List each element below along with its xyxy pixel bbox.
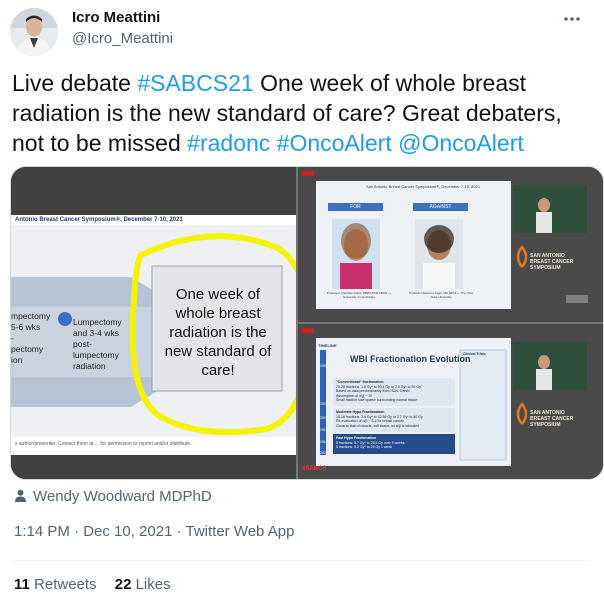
tagged-people[interactable]: Wendy Woodward MDPhD	[14, 488, 212, 505]
label-for: FOR	[350, 204, 361, 210]
slide-arrow-line: pectomy	[11, 344, 44, 354]
tweet-text: Live debate #SABCS21 One week of whole b…	[12, 68, 592, 158]
year-label: 1990	[320, 364, 328, 368]
retweets-count: 11	[14, 576, 30, 593]
divider	[12, 560, 590, 561]
slide-arrow-line: ion	[11, 355, 23, 365]
slide-box-text: One week of whole breast radiation is th…	[164, 286, 272, 379]
retweets-label: Retweets	[34, 576, 97, 593]
person1-caption: Professor Charlotte Coles, MBBS PhD FRCR…	[326, 291, 392, 299]
brand-logo-text: SAN ANTONIO BREAST CANCER SYMPOSIUM	[530, 410, 574, 428]
retweets-stat[interactable]: 11 Retweets	[14, 576, 97, 593]
bullet: 5 fractions: 5.2 Gy* to 26 Gy 1 week	[336, 445, 393, 449]
section-moderate: Moderate Hypo Fractionation 15-16 fracti…	[336, 410, 454, 428]
likes-count: 22	[114, 576, 132, 593]
year-label: 2010	[320, 428, 328, 432]
likes-label: Likes	[135, 576, 171, 593]
section-fast: Fast Hypo Fractionation 5 fractions: 5.7…	[336, 436, 454, 450]
bullet: Close to that of muscle, soft tissue, so…	[336, 423, 420, 428]
person2-caption: Professor Reshma Jagsi, MD DPhil — The O…	[409, 291, 473, 299]
tagged-person-name[interactable]: Wendy Woodward MDPhD	[33, 488, 212, 505]
tweet-text-part: Live debate	[12, 70, 138, 96]
slide-arrow-text-left: mpectomy 5-6 wks - pectomy ion	[11, 311, 50, 366]
brand-logo-text: SAN ANTONIO BREAST CANCER SYMPOSIUM	[530, 253, 574, 271]
hashtag-sabcs21[interactable]: #SABCS21	[137, 70, 253, 96]
year-label: 2006	[320, 416, 328, 420]
timeline-label: TIMELINE	[318, 343, 337, 348]
slide-arrow-text: Lumpectomy and 3-4 wks post-lumpectomy r…	[73, 317, 122, 371]
slide-arrow-line: 5-6 wks	[11, 322, 41, 332]
tweet-timestamp[interactable]: 1:14 PM · Dec 10, 2021 · Twitter Web App	[14, 523, 294, 540]
slide-title: WBI Fractionation Evolution	[350, 354, 471, 364]
slide-header: San Antonio Breast Cancer Symposium®, De…	[365, 184, 481, 189]
media-grid: Antonio Breast Cancer Symposium®, Decemb…	[10, 166, 604, 480]
section-conventional: "Conventional" fractionation 25-28 fract…	[336, 380, 454, 403]
media-image-debaters[interactable]: San Antonio Breast Cancer Symposium®, De…	[298, 167, 603, 322]
author-handle[interactable]: @Icro_Meattini	[72, 30, 173, 47]
year-label: 2000	[320, 402, 328, 406]
slide-footer: s author/presenter. Contact them at ... …	[15, 441, 192, 447]
media-image-slide-debate[interactable]: Antonio Breast Cancer Symposium®, Decemb…	[11, 167, 296, 479]
slide-arrow-line: -	[11, 333, 14, 343]
likes-stat[interactable]: 22 Likes	[115, 576, 171, 593]
tweet-stats: 11 Retweets 22 Likes	[14, 576, 171, 593]
avatar[interactable]	[10, 8, 58, 56]
label-against: AGAINST	[429, 204, 452, 210]
hashtag-oncoalert[interactable]: #OncoAlert	[277, 130, 392, 156]
slide-tag: #SABCS	[302, 466, 327, 472]
media-image-fractionation[interactable]: #SABCS WBI Fractionation Evolution TIMEL…	[298, 324, 603, 479]
bullet: Small fraction size sparse surrounding n…	[336, 398, 418, 402]
year-label: 2020	[320, 451, 328, 455]
clinical-trials-title: Clinical Trials	[463, 352, 486, 356]
slide-arrow-line: mpectomy	[11, 311, 51, 321]
slide-header: Antonio Breast Cancer Symposium®, Decemb…	[15, 217, 183, 223]
person-icon	[15, 489, 26, 502]
more-options-icon[interactable]	[562, 12, 582, 24]
author-display-name[interactable]: Icro Meattini	[72, 9, 160, 26]
year-label: 2015	[320, 440, 328, 444]
hashtag-radonc[interactable]: #radonc	[187, 130, 270, 156]
mention-oncoalert[interactable]: @OncoAlert	[398, 130, 524, 156]
